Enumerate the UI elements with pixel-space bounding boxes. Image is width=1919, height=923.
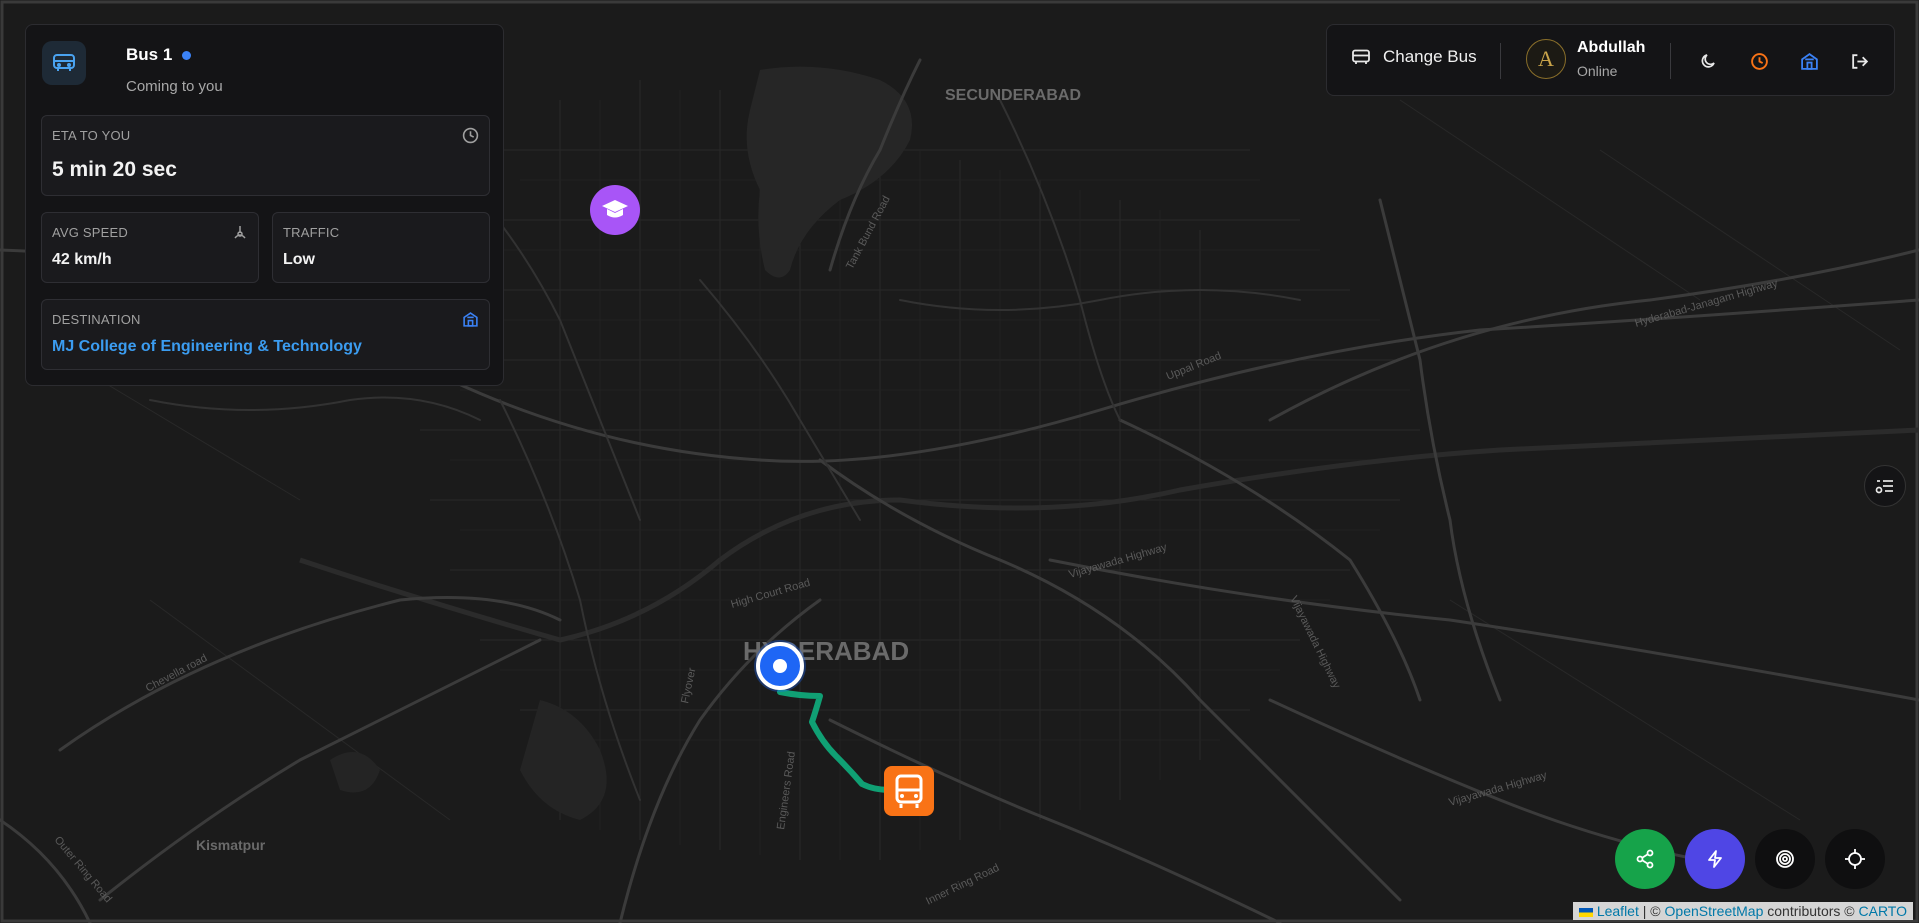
crosshair-icon (1845, 849, 1865, 869)
logout-icon (1851, 53, 1868, 69)
track-bus-button[interactable] (1755, 829, 1815, 889)
eta-panel: ETA TO YOU 5 min 20 sec (41, 115, 490, 196)
my-location-button[interactable] (1825, 829, 1885, 889)
live-status-dot (182, 51, 191, 60)
history-button[interactable] (1747, 49, 1771, 73)
change-bus-label: Change Bus (1383, 47, 1477, 66)
bus-header (42, 41, 86, 85)
target-icon (1776, 850, 1794, 868)
college-marker[interactable] (590, 185, 640, 235)
building-icon (463, 312, 478, 327)
destination-panel: DESTINATION MJ College of Engineering & … (41, 299, 490, 370)
share-button[interactable] (1615, 829, 1675, 889)
building-icon (1800, 52, 1818, 70)
lightning-icon (1708, 850, 1722, 868)
map-label-secunderabad: SECUNDERABAD (945, 87, 1081, 104)
destination-link[interactable]: MJ College of Engineering & Technology (52, 338, 362, 356)
bus-status-text: Coming to you (126, 78, 223, 95)
list-settings-icon (1875, 480, 1893, 494)
logout-button[interactable] (1847, 49, 1871, 73)
leaflet-link[interactable]: Leaflet (1597, 903, 1639, 919)
clock-icon (1750, 52, 1768, 70)
bus-icon (1352, 49, 1370, 64)
moon-icon (1701, 54, 1715, 68)
eta-label: ETA TO YOU (52, 128, 131, 143)
bus-name: Bus 1 (126, 45, 173, 64)
toolbar-divider (1500, 43, 1501, 79)
avg-speed-value: 42 km/h (52, 251, 112, 268)
speed-icon (234, 226, 246, 239)
quick-action-button[interactable] (1685, 829, 1745, 889)
user-name: Abdullah (1577, 39, 1646, 56)
destination-label: DESTINATION (52, 312, 141, 327)
openstreetmap-link[interactable]: OpenStreetMap (1665, 903, 1764, 919)
avg-speed-panel: AVG SPEED 42 km/h (41, 212, 259, 283)
college-button[interactable] (1797, 49, 1821, 73)
map-label-kismatpur: Kismatpur (196, 837, 266, 853)
theme-toggle-button[interactable] (1697, 49, 1721, 73)
bus-info-card: Bus 1 Coming to you ETA TO YOU 5 min 20 … (25, 24, 504, 386)
clock-icon (462, 127, 479, 144)
toolbar-divider (1670, 43, 1671, 79)
user-status: Online (1577, 63, 1618, 79)
change-bus-button[interactable]: Change Bus (1351, 47, 1477, 67)
avg-speed-label: AVG SPEED (52, 225, 128, 240)
attribution-copyright: © (1650, 903, 1661, 919)
traffic-panel: TRAFFIC Low (272, 212, 490, 283)
traffic-label: TRAFFIC (283, 225, 340, 240)
attribution-separator: | (1642, 903, 1647, 919)
share-icon (1636, 849, 1654, 869)
carto-link[interactable]: CARTO (1859, 903, 1908, 919)
bus-icon (53, 54, 75, 71)
top-toolbar: Change Bus A Abdullah Online (1326, 24, 1895, 96)
bus-marker[interactable] (884, 766, 934, 816)
eta-value: 5 min 20 sec (52, 158, 177, 181)
user-location-marker[interactable] (754, 640, 806, 692)
filter-settings-button[interactable] (1864, 465, 1906, 507)
attribution-contributors: contributors © (1767, 903, 1855, 919)
map-attribution: Leaflet | © OpenStreetMap contributors ©… (1572, 902, 1913, 920)
avatar[interactable]: A (1526, 39, 1566, 79)
traffic-value: Low (283, 251, 315, 268)
ukraine-flag-icon (1578, 907, 1593, 917)
bus-icon-badge (42, 41, 86, 85)
